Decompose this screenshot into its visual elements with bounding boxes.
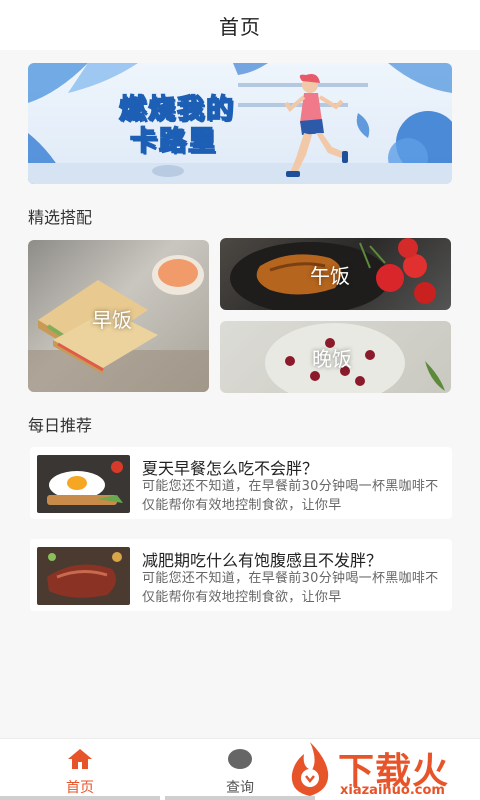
recommend-title: 夏天早餐怎么吃不会胖？ xyxy=(142,459,319,478)
calorie-banner[interactable]: 燃烧我的 卡路里 xyxy=(28,63,452,184)
tab-home-label: 首页 xyxy=(66,780,94,796)
recommend-title: 减肥期吃什么有饱腹感且不发胖？ xyxy=(142,551,383,570)
lunch-label: 午饭 xyxy=(310,264,350,288)
tab-query-label: 查询 xyxy=(226,780,254,796)
top-header: 首页 xyxy=(0,0,480,50)
tab-query[interactable]: 查询 xyxy=(185,739,295,800)
recommend-description: 可能您还不知道，在早餐前30分钟喝一杯黑咖啡不仅能帮你有效地控制食欲，让你早 xyxy=(142,571,439,605)
nav-indicator xyxy=(0,796,160,800)
daily-section-title: 每日推荐 xyxy=(28,416,93,435)
watermark-url: xiazaihuo.com xyxy=(340,783,445,798)
featured-section-title: 精选搭配 xyxy=(28,208,93,227)
banner-illustration xyxy=(28,63,452,184)
flame-icon xyxy=(291,742,329,796)
home-icon xyxy=(67,747,93,771)
recommend-item[interactable]: 减肥期吃什么有饱腹感且不发胖？ 可能您还不知道，在早餐前30分钟喝一杯黑咖啡不仅… xyxy=(30,539,452,611)
recommend-thumbnail xyxy=(37,455,130,513)
recommend-description: 可能您还不知道，在早餐前30分钟喝一杯黑咖啡不仅能帮你有效地控制食欲，让你早 xyxy=(142,479,439,513)
breakfast-label: 早饭 xyxy=(92,308,132,332)
page-title: 首页 xyxy=(219,14,261,39)
recommend-item[interactable]: 夏天早餐怎么吃不会胖？ 可能您还不知道，在早餐前30分钟喝一杯黑咖啡不仅能帮你有… xyxy=(30,447,452,519)
breakfast-card[interactable]: 早饭 xyxy=(28,240,209,392)
watermark-logo: 下载火 xiazaihuo.com xyxy=(280,740,480,800)
dinner-card[interactable]: 晚饭 xyxy=(220,321,451,393)
lunch-card[interactable]: 午饭 xyxy=(220,238,451,310)
dinner-label: 晚饭 xyxy=(312,347,352,371)
search-icon xyxy=(227,747,253,771)
banner-headline-line2: 卡路里 xyxy=(129,125,217,158)
recommend-thumbnail xyxy=(37,547,130,605)
tab-home[interactable]: 首页 xyxy=(25,739,135,800)
